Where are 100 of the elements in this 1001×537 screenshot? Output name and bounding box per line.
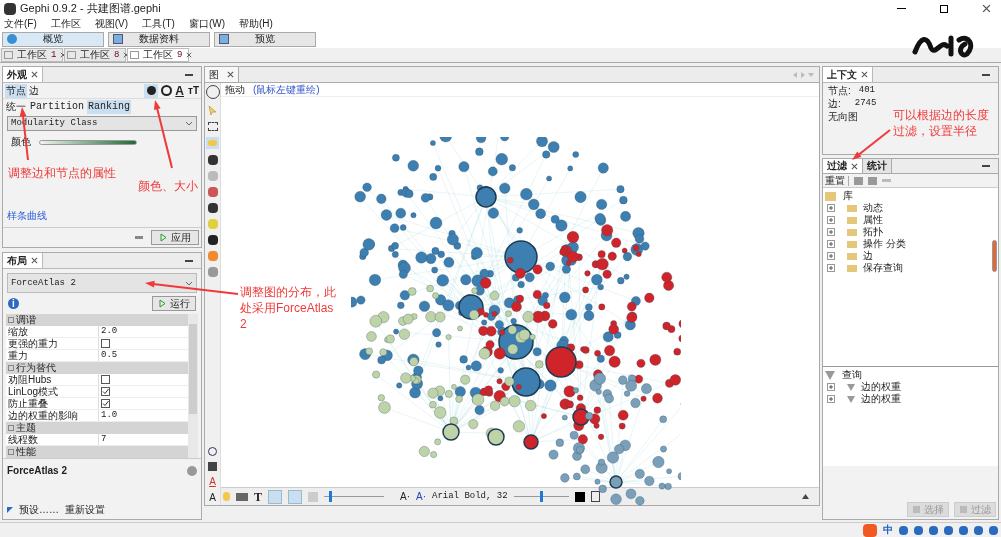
tree-item[interactable]: 属性 — [863, 215, 883, 225]
slider-thumb[interactable] — [329, 491, 332, 502]
edge-scale-slider[interactable] — [324, 491, 384, 502]
tab[interactable]: 统一 — [5, 99, 27, 114]
background-color-icon[interactable] — [208, 462, 217, 471]
rectangle-select-icon[interactable] — [207, 122, 218, 131]
run-button[interactable]: 运行 — [152, 296, 196, 311]
label-size-icon[interactable]: тT — [188, 85, 199, 96]
mode-button[interactable]: 预览 — [214, 31, 316, 47]
panel-tab[interactable]: 统计 — [863, 159, 892, 173]
mode-button[interactable]: 数据资料 — [108, 31, 210, 47]
minimize-icon[interactable] — [185, 259, 193, 262]
expand-icon[interactable] — [827, 216, 835, 224]
tree-item[interactable]: 边 — [863, 251, 873, 261]
screenshot-icon[interactable] — [236, 492, 248, 501]
section-header[interactable]: 调谐 — [16, 315, 36, 325]
expand-icon[interactable] — [827, 228, 835, 236]
checkbox[interactable] — [101, 339, 110, 348]
font-name[interactable]: Arial Bold, 32 — [432, 492, 508, 501]
apply-button[interactable]: 应用 — [151, 230, 199, 245]
label-color-icon[interactable]: A — [175, 84, 184, 97]
ime-mode[interactable]: 中 — [883, 525, 893, 535]
property-value[interactable]: 2.0 — [101, 327, 118, 336]
label-size-slider[interactable] — [513, 491, 569, 502]
close-icon[interactable] — [31, 257, 38, 264]
close-icon[interactable] — [861, 71, 868, 78]
menu-item[interactable]: 文件(F) — [4, 18, 37, 29]
expand-icon[interactable] — [827, 204, 835, 212]
expand-icon[interactable] — [827, 264, 835, 272]
tree-item[interactable]: 拓扑 — [863, 227, 883, 237]
minimize-icon[interactable] — [982, 73, 990, 76]
spline-link[interactable]: 样条曲线 — [7, 210, 47, 221]
tree-item[interactable]: 查询 — [842, 370, 862, 380]
checkbox[interactable] — [101, 375, 110, 384]
chevron-down-icon[interactable] — [185, 121, 193, 126]
presets-link[interactable]: 预设…… — [19, 502, 59, 517]
maximize-window-icon[interactable] — [940, 4, 948, 13]
section-header[interactable]: 行为替代 — [16, 363, 56, 373]
layout-dropdown[interactable]: ForceAtlas 2 — [7, 273, 197, 293]
close-icon[interactable] — [851, 162, 858, 170]
checkbox[interactable] — [101, 399, 110, 408]
export-icon[interactable] — [854, 176, 863, 185]
font-size-icon[interactable]: A· — [416, 491, 426, 502]
expand-icon[interactable] — [827, 252, 835, 260]
collapse-icon[interactable] — [802, 494, 809, 499]
close-icon[interactable] — [31, 71, 38, 78]
menu-item[interactable]: 视图(V) — [94, 18, 129, 29]
property-value[interactable]: 1.0 — [101, 411, 118, 420]
chevron-down-icon[interactable] — [185, 280, 193, 286]
mode-button[interactable]: 概览 — [2, 31, 104, 47]
help-icon[interactable] — [187, 465, 197, 476]
property-value[interactable]: 0.5 — [101, 351, 118, 360]
color-gradient-bar[interactable] — [39, 139, 137, 145]
tree-item[interactable]: 边的权重 — [861, 394, 901, 404]
font-size-icon[interactable]: A· — [400, 491, 410, 502]
checkbox[interactable] — [101, 387, 110, 396]
reset-button[interactable]: 重置 — [825, 175, 849, 186]
tab[interactable]: 边 — [28, 83, 40, 98]
section-header[interactable]: 性能 — [16, 447, 36, 457]
reset-link[interactable]: 重新设置 — [65, 502, 105, 517]
section-header[interactable]: 主题 — [16, 423, 36, 433]
property-value[interactable]: 7 — [101, 435, 107, 444]
tool-icon[interactable] — [207, 155, 218, 165]
close-icon[interactable] — [186, 52, 193, 58]
expand-icon[interactable] — [827, 240, 835, 248]
tree-item[interactable]: 库 — [843, 191, 853, 201]
expand-icon[interactable] — [827, 383, 835, 391]
expand-icon[interactable] — [827, 395, 835, 403]
menu-item[interactable]: 帮助(H) — [239, 18, 273, 29]
menu-item[interactable]: 窗口(W) — [188, 18, 225, 29]
workspace-tab[interactable]: 工作区 9 — [127, 48, 189, 62]
scrollbar[interactable] — [188, 314, 198, 458]
ime-logo-icon[interactable] — [863, 523, 877, 537]
workspace-tab[interactable]: 工作区 1 — [1, 48, 63, 62]
font-icon[interactable]: A — [209, 493, 216, 503]
workspace-tab[interactable]: 工作区 8 — [64, 48, 126, 62]
tree-item[interactable]: 操作 分类 — [863, 239, 906, 249]
menu-item[interactable]: 工具(T) — [142, 18, 175, 29]
tree-item[interactable]: 保存查询 — [863, 263, 903, 273]
close-icon[interactable] — [227, 71, 234, 78]
slider-thumb[interactable] — [540, 491, 544, 502]
clipboard-icon[interactable] — [590, 491, 600, 502]
edge-color-icon[interactable] — [288, 489, 302, 504]
color-swatch[interactable] — [574, 491, 585, 502]
tab[interactable]: Ranking — [87, 99, 132, 114]
tab[interactable]: Partition — [29, 99, 85, 114]
menu-item[interactable]: 工作区 — [50, 18, 81, 29]
tab[interactable]: 节点 — [5, 83, 27, 98]
panel-tab[interactable]: 过滤 — [823, 159, 863, 173]
info-icon[interactable]: i — [8, 298, 19, 309]
tool-icon[interactable] — [207, 235, 218, 245]
tree-item[interactable]: 边的权重 — [861, 382, 901, 392]
close-icon[interactable] — [982, 4, 991, 13]
tool-icon[interactable] — [207, 203, 218, 213]
size-icon[interactable] — [161, 85, 173, 96]
palette-icon[interactable] — [144, 83, 159, 98]
scrollbar[interactable] — [992, 240, 997, 272]
font-color-icon[interactable]: A — [209, 477, 216, 487]
text-icon[interactable]: T — [254, 490, 262, 503]
minimize-icon[interactable] — [185, 73, 193, 76]
